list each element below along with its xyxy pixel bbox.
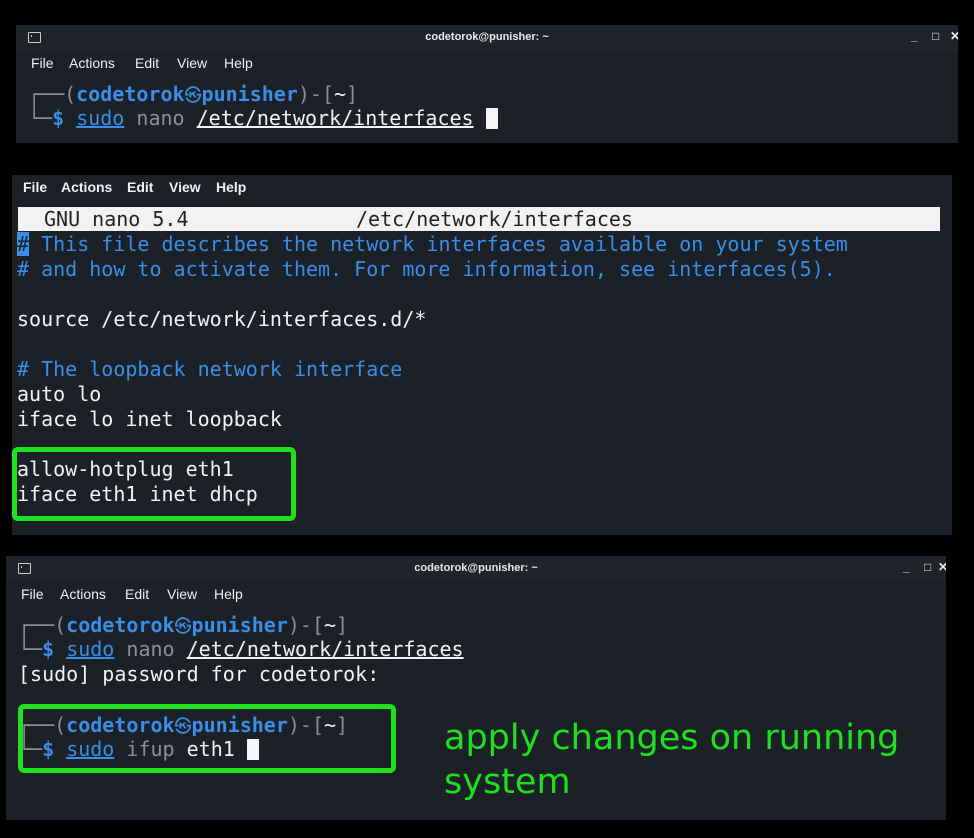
window-title: codetorok@punisher: ~ xyxy=(414,562,538,574)
editor-line-7[interactable]: auto lo xyxy=(17,382,101,406)
minimize-button[interactable]: _ xyxy=(903,560,910,574)
menu-help[interactable]: Help xyxy=(214,586,243,602)
nano-version: GNU nano 5.4 xyxy=(44,207,189,231)
maximize-button[interactable]: □ xyxy=(932,29,939,43)
menu-actions[interactable]: Actions xyxy=(60,586,106,602)
menu-file[interactable]: File xyxy=(21,586,44,602)
editor-line-2[interactable]: # and how to activate them. For more inf… xyxy=(17,257,836,281)
maximize-button[interactable]: □ xyxy=(924,560,931,574)
title-bar: codetorok@punisher: ~ _ □ ✕ xyxy=(6,556,946,582)
menu-bar: File Actions Edit View Help xyxy=(12,175,952,199)
menu-file[interactable]: File xyxy=(31,55,54,71)
menu-help[interactable]: Help xyxy=(216,179,246,195)
close-button[interactable]: ✕ xyxy=(950,29,958,43)
annotation-text: apply changes on running system xyxy=(444,718,900,802)
cmd-nano: nano xyxy=(136,106,185,130)
cmd-arg: /etc/network/interfaces xyxy=(196,106,474,130)
editor-line-1[interactable]: # This file describes the network interf… xyxy=(17,232,848,256)
menu-edit[interactable]: Edit xyxy=(135,55,159,71)
menu-view[interactable]: View xyxy=(177,55,207,71)
menu-actions[interactable]: Actions xyxy=(61,179,112,195)
prompt-line: ┌──(codetorok㉿punisher)-[~] xyxy=(28,82,359,106)
cmd-sudo: sudo xyxy=(76,106,125,130)
menu-bar: File Actions Edit View Help xyxy=(16,51,958,75)
nano-header: GNU nano 5.4/etc/network/interfaces xyxy=(18,207,940,231)
menu-edit[interactable]: Edit xyxy=(127,179,153,195)
nano-filename: /etc/network/interfaces xyxy=(356,207,633,231)
editor-line-4[interactable]: source /etc/network/interfaces.d/* xyxy=(17,307,426,331)
sudo-password-prompt: [sudo] password for codetorok: xyxy=(18,662,380,686)
prompt-user: codetorok xyxy=(76,82,185,106)
bottom-terminal-window: codetorok@punisher: ~ _ □ ✕ File Actions… xyxy=(6,556,946,820)
editor-line-6[interactable]: # The loopback network interface xyxy=(17,357,402,381)
prompt-line-1: ┌──(codetorok㉿punisher)-[~] xyxy=(18,613,349,637)
menu-bar: File Actions Edit View Help xyxy=(6,582,946,606)
command-line[interactable]: └─$ sudo nano /etc/network/interfaces xyxy=(28,106,498,130)
menu-actions[interactable]: Actions xyxy=(69,55,115,71)
editor-cursor: # xyxy=(17,232,30,256)
close-button[interactable]: ✕ xyxy=(938,560,946,574)
prompt-host: punisher xyxy=(201,82,298,106)
nano-editor-window: File Actions Edit View Help GNU nano 5.4… xyxy=(12,175,952,535)
menu-edit[interactable]: Edit xyxy=(125,586,149,602)
prompt-dir: ~ xyxy=(334,82,347,106)
menu-view[interactable]: View xyxy=(169,179,201,195)
prompt-symbol: ㉿ xyxy=(184,86,202,106)
menu-help[interactable]: Help xyxy=(224,55,253,71)
title-bar: codetorok@punisher: ~ _ □ ✕ xyxy=(16,25,958,51)
minimize-button[interactable]: _ xyxy=(911,29,918,43)
editor-line-8[interactable]: iface lo inet loopback xyxy=(17,407,282,431)
text-cursor xyxy=(485,108,498,129)
top-terminal-window: codetorok@punisher: ~ _ □ ✕ File Actions… xyxy=(16,25,958,143)
menu-file[interactable]: File xyxy=(23,179,47,195)
window-title: codetorok@punisher: ~ xyxy=(425,31,549,43)
highlight-box xyxy=(12,447,296,521)
command-line-1: └─$ sudo nano /etc/network/interfaces xyxy=(18,637,464,661)
menu-view[interactable]: View xyxy=(167,586,197,602)
highlight-box xyxy=(18,704,396,773)
